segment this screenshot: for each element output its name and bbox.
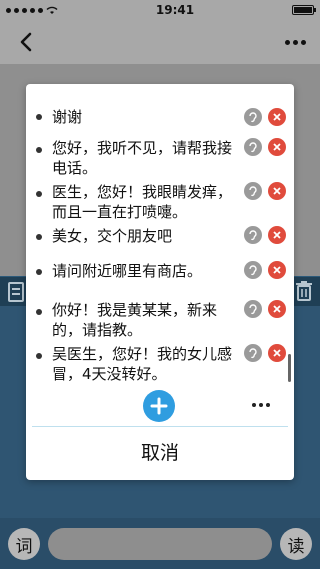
cancel-button[interactable]: 取消 (26, 428, 294, 474)
phrase-text: 你好！我是黄某某，新来的，请指教。 (52, 301, 218, 339)
more-button[interactable] (280, 30, 310, 54)
ear-icon[interactable] (244, 138, 262, 156)
document-icon[interactable] (8, 282, 24, 302)
phrase-text: 医生，您好！我眼睛发痒，而且一直在打喷嚏。 (52, 183, 233, 221)
scrollbar[interactable] (288, 354, 291, 382)
plus-icon (150, 397, 168, 415)
phrase-text: 吴医生，您好！我的女儿感冒，4天没转好。 (52, 345, 233, 383)
bullet (36, 309, 42, 315)
more-dots-icon (252, 403, 256, 407)
phrase-list[interactable]: 谢谢 您好，我听不见，请帮我接电话。 医生，您好！我眼睛发痒，而且一直在打喷嚏。… (26, 84, 294, 384)
close-icon[interactable] (268, 182, 286, 200)
bullet (36, 147, 42, 153)
phrase-text: 美女，交个朋友吧 (52, 227, 173, 245)
close-icon[interactable] (268, 108, 286, 126)
wifi-icon (46, 6, 58, 14)
bullet (36, 353, 42, 359)
ear-icon[interactable] (244, 108, 262, 126)
close-icon[interactable] (268, 300, 286, 318)
phrase-dialog: 谢谢 您好，我听不见，请帮我接电话。 医生，您好！我眼睛发痒，而且一直在打喷嚏。… (26, 84, 294, 480)
bullet (36, 114, 42, 120)
close-icon[interactable] (268, 344, 286, 362)
more-dots-icon (284, 39, 290, 45)
screen: 19:41 词 读 谢谢 您好，我听不见，请帮我接电话。 医生，您好！我眼睛发痒… (0, 0, 320, 569)
phrase-text: 谢谢 (52, 108, 83, 126)
word-button[interactable]: 词 (8, 528, 40, 560)
message-input[interactable] (48, 528, 272, 560)
back-button[interactable] (12, 28, 40, 56)
ear-icon[interactable] (244, 226, 262, 244)
phrase-text: 您好，我听不见，请帮我接电话。 (52, 139, 233, 177)
divider (32, 426, 288, 427)
bullet (36, 191, 42, 197)
read-button[interactable]: 读 (280, 528, 312, 560)
chevron-left-icon (20, 32, 32, 52)
phrase-text: 请问附近哪里有商店。 (52, 262, 203, 280)
close-icon[interactable] (268, 138, 286, 156)
bullet (36, 234, 42, 240)
nav-bar (0, 20, 320, 64)
trash-icon[interactable] (296, 281, 312, 301)
ear-icon[interactable] (244, 182, 262, 200)
bottom-bar: 词 读 (0, 518, 320, 569)
status-bar: 19:41 (0, 0, 320, 20)
battery-icon (291, 5, 316, 15)
close-icon[interactable] (268, 261, 286, 279)
add-phrase-button[interactable] (143, 390, 175, 422)
signal-indicator (6, 6, 58, 15)
bullet (36, 269, 42, 275)
ear-icon[interactable] (244, 300, 262, 318)
options-button[interactable] (248, 396, 274, 414)
close-icon[interactable] (268, 226, 286, 244)
status-time: 19:41 (155, 3, 195, 17)
ear-icon[interactable] (244, 261, 262, 279)
ear-icon[interactable] (244, 344, 262, 362)
